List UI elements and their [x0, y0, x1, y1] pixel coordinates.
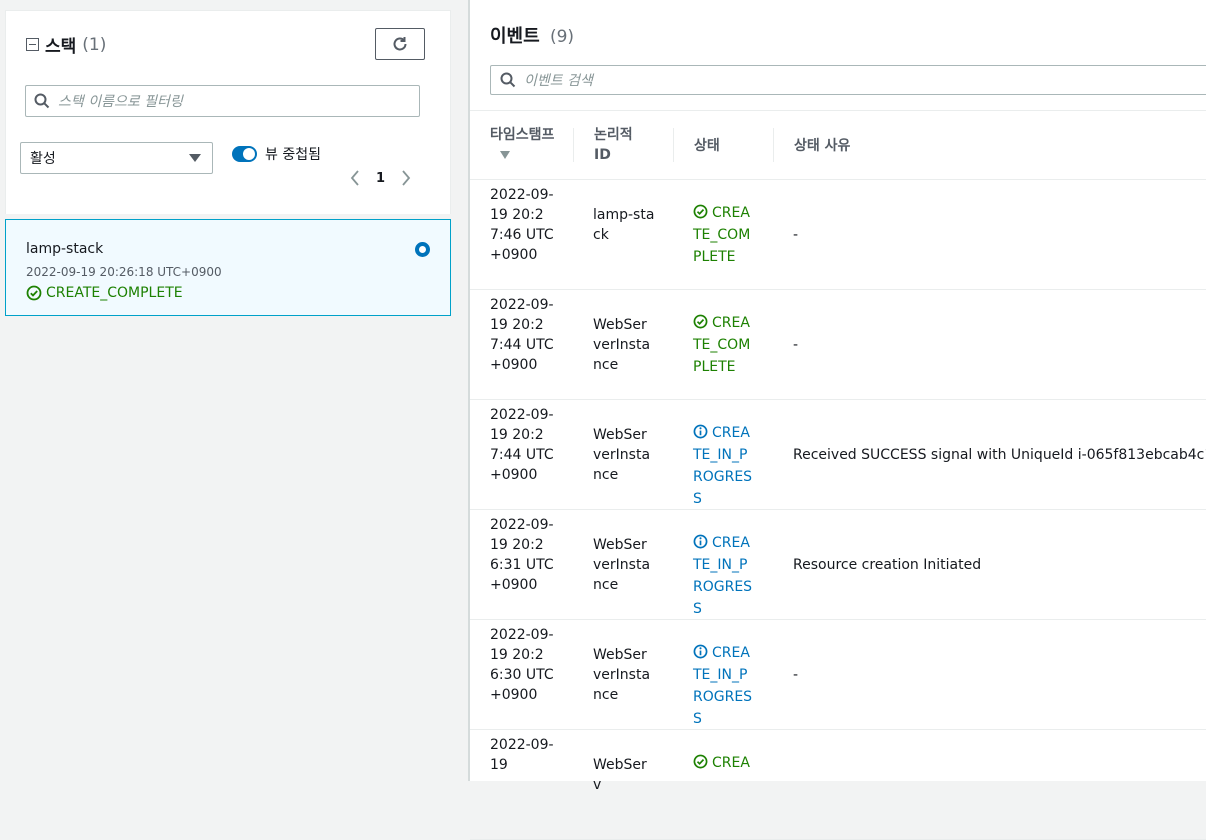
pagination: 1: [350, 170, 411, 186]
stack-select-radio[interactable]: [415, 242, 430, 257]
stack-filter-placeholder: 스택 이름으로 필터링: [58, 94, 183, 110]
events-panel: 이벤트 (9) 이벤트 검색 타임스탬프 논리적 ID 상태 상태 사유 202…: [470, 0, 1206, 840]
event-status: CREATE_IN_PROGRESS: [693, 532, 753, 620]
event-status: CREA: [693, 752, 753, 774]
event-status-reason: Received SUCCESS signal with UniqueId i-…: [793, 447, 1206, 463]
table-row: 2022-09-19 WebServ CREA: [470, 730, 1206, 840]
stacks-title: 스택 (1): [26, 32, 106, 57]
toggle-switch[interactable]: [232, 146, 257, 162]
stacks-count: (1): [82, 34, 107, 55]
event-status: CREATE_COMPLETE: [693, 312, 753, 378]
event-timestamp: 2022-09-19 20:27:44 UTC+0900: [490, 407, 554, 483]
table-row: 2022-09-19 20:27:46 UTC+0900 lamp-stack CR…: [470, 180, 1206, 290]
col-status[interactable]: 상태: [694, 135, 720, 155]
event-logical-id: lamp-stack: [593, 207, 655, 243]
event-status-reason: -: [793, 337, 799, 353]
check-circle-icon: [26, 285, 42, 301]
event-timestamp: 2022-09-19 20:26:30 UTC+0900: [490, 627, 554, 703]
search-icon: [500, 72, 516, 88]
stack-name: lamp-stack: [26, 241, 104, 257]
event-search-placeholder: 이벤트 검색: [524, 73, 593, 89]
event-status-reason: -: [793, 667, 799, 683]
col-timestamp[interactable]: 타임스탬프: [490, 125, 560, 165]
table-row: 2022-09-19 20:26:31 UTC+0900 WebServerIns…: [470, 510, 1206, 620]
chevron-right-icon[interactable]: [401, 170, 411, 186]
page-number[interactable]: 1: [376, 171, 385, 186]
event-timestamp: 2022-09-19 20:27:44 UTC+0900: [490, 297, 554, 373]
caret-down-icon: [189, 154, 201, 162]
stacks-panel: 스택 (1) 스택 이름으로 필터링 활성 뷰 중첩됨 1 lamp-stack…: [0, 0, 468, 781]
check-circle-icon: [693, 204, 708, 219]
event-status: CREATE_IN_PROGRESS: [693, 422, 753, 510]
search-icon: [34, 93, 50, 109]
event-logical-id: WebServ: [593, 757, 647, 793]
stack-status-select[interactable]: 활성: [20, 142, 213, 174]
stack-created-date: 2022-09-19 20:26:18 UTC+0900: [26, 265, 222, 279]
nested-view-label: 뷰 중첩됨: [265, 147, 321, 163]
nested-view-toggle[interactable]: 뷰 중첩됨: [232, 144, 321, 164]
info-circle-icon: [693, 424, 708, 439]
chevron-left-icon[interactable]: [350, 170, 360, 186]
event-status-reason: Resource creation Initiated: [793, 557, 982, 573]
event-search-input[interactable]: 이벤트 검색: [490, 65, 1206, 95]
refresh-icon: [393, 37, 407, 51]
event-logical-id: WebServerInstance: [593, 537, 651, 593]
table-row: 2022-09-19 20:26:30 UTC+0900 WebServerIns…: [470, 620, 1206, 730]
event-status-reason: -: [793, 227, 799, 243]
col-timestamp-label: 타임스탬프: [490, 127, 555, 143]
event-logical-id: WebServerInstance: [593, 317, 651, 373]
col-status-reason[interactable]: 상태 사유: [794, 135, 850, 155]
refresh-button[interactable]: [375, 28, 425, 60]
event-status-text: CREA: [712, 755, 750, 771]
event-timestamp: 2022-09-19 20:27:46 UTC+0900: [490, 187, 554, 263]
events-title-label: 이벤트: [490, 26, 540, 47]
info-circle-icon: [693, 534, 708, 549]
sort-desc-icon: [500, 151, 510, 159]
event-logical-id: WebServerInstance: [593, 427, 651, 483]
event-status: CREATE_IN_PROGRESS: [693, 642, 753, 730]
stack-filter-input[interactable]: 스택 이름으로 필터링: [25, 85, 420, 117]
info-circle-icon: [693, 644, 708, 659]
stack-status: CREATE_COMPLETE: [26, 285, 183, 301]
check-circle-icon: [693, 314, 708, 329]
check-circle-icon: [693, 754, 708, 769]
events-count: (9): [549, 27, 575, 47]
stack-status-value: 활성: [30, 151, 56, 167]
stack-status-text: CREATE_COMPLETE: [46, 285, 183, 301]
event-status: CREATE_COMPLETE: [693, 202, 753, 268]
event-timestamp: 2022-09-19 20:26:31 UTC+0900: [490, 517, 554, 593]
stacks-title-label: 스택: [45, 37, 77, 57]
table-row: 2022-09-19 20:27:44 UTC+0900 WebServerIns…: [470, 290, 1206, 400]
collapse-icon[interactable]: [26, 38, 39, 51]
event-logical-id: WebServerInstance: [593, 647, 651, 703]
table-row: 2022-09-19 20:27:44 UTC+0900 WebServerIns…: [470, 400, 1206, 510]
event-timestamp: 2022-09-19: [490, 737, 554, 773]
events-title: 이벤트 (9): [490, 22, 574, 48]
events-table-header: 타임스탬프 논리적 ID 상태 상태 사유: [470, 111, 1206, 180]
stack-list-item[interactable]: lamp-stack 2022-09-19 20:26:18 UTC+0900 …: [5, 219, 451, 316]
col-logical-id[interactable]: 논리적 ID: [594, 125, 642, 165]
